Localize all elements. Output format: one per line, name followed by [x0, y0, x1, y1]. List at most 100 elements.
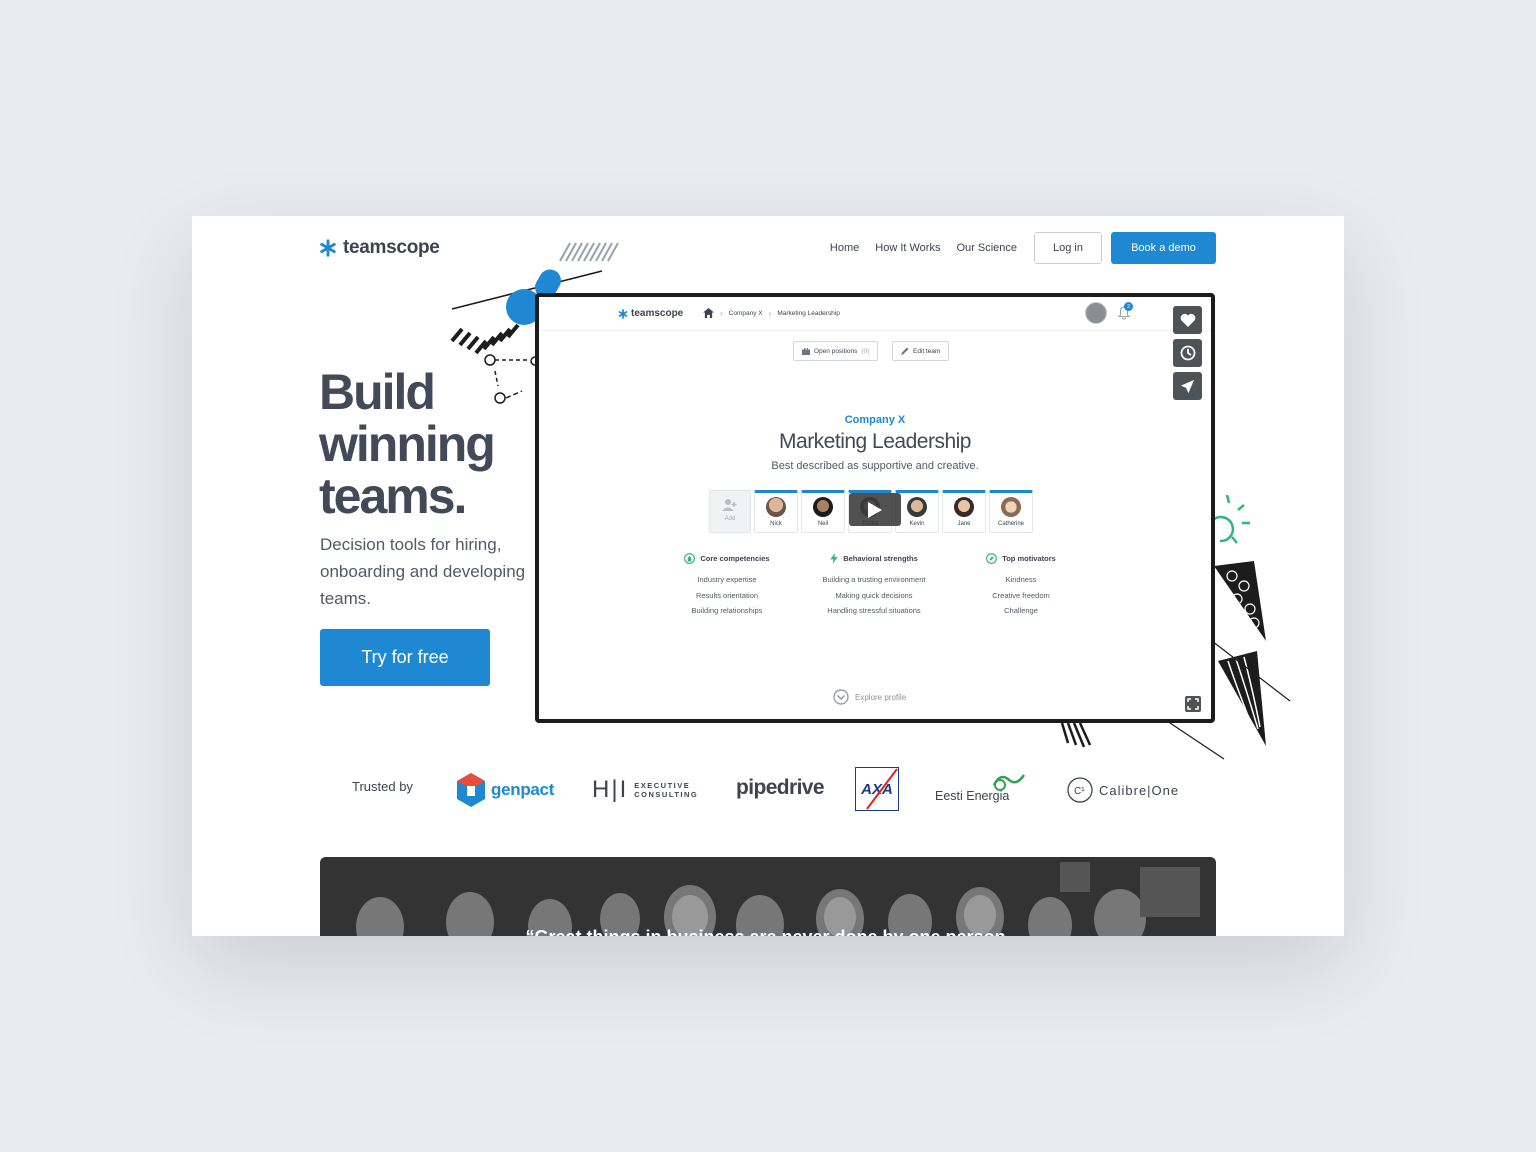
- core-competencies-column: Core competencies Industry expertise Res…: [642, 553, 812, 619]
- app-logo-text: teamscope: [631, 308, 684, 319]
- favorite-button[interactable]: [1173, 306, 1202, 334]
- explore-profile-link[interactable]: Explore profile: [833, 689, 906, 705]
- breadcrumb-team[interactable]: Marketing Leadership: [777, 310, 840, 317]
- hi-subtitle-line: EXECUTIVE: [634, 781, 691, 790]
- list-item: Creative freedom: [992, 590, 1050, 600]
- hero-title: Build winning teams.: [319, 366, 559, 522]
- nav-how-it-works[interactable]: How It Works: [875, 242, 940, 254]
- user-avatar[interactable]: [1085, 302, 1107, 324]
- hi-executive-consulting-logo: H|I EXECUTIVE CONSULTING: [592, 776, 698, 804]
- quote-text: “Great things in business are never done…: [320, 927, 1216, 936]
- hero-subtitle: Decision tools for hiring, onboarding an…: [320, 535, 526, 608]
- hi-subtitle-line: CONSULTING: [634, 790, 699, 799]
- add-user-icon: [722, 499, 737, 511]
- member-name: Kevin: [909, 521, 925, 527]
- briefcase-icon: [802, 347, 810, 355]
- chevron-right-icon: ›: [720, 308, 723, 318]
- hero-title-line: winning: [319, 416, 496, 472]
- explore-profile-label: Explore profile: [855, 692, 907, 702]
- genpact-logo: genpact: [457, 773, 554, 807]
- history-button[interactable]: [1173, 339, 1202, 367]
- member-name: Add: [724, 516, 736, 522]
- behavioral-strengths-column: Behavioral strengths Building a trusting…: [789, 553, 959, 619]
- member-name: Jane: [957, 521, 971, 527]
- calibre-one-wordmark: Calibre|One: [1099, 782, 1180, 798]
- nav-home[interactable]: Home: [830, 242, 859, 254]
- axa-logo: AXA: [855, 767, 899, 811]
- calibre-mark: C¹: [1067, 777, 1093, 803]
- share-button[interactable]: [1173, 372, 1202, 400]
- clock-icon: [1180, 345, 1195, 361]
- chevron-down-circle-icon: [833, 689, 849, 705]
- list-item: Building relationships: [691, 606, 763, 615]
- breadcrumb: › Company X › Marketing Leadership: [703, 308, 840, 318]
- genpact-wordmark: genpact: [491, 780, 555, 799]
- eesti-energia-mark: [992, 774, 1026, 791]
- member-card[interactable]: Catherine: [989, 490, 1033, 533]
- list-item: Making quick decisions: [835, 590, 913, 600]
- member-card[interactable]: Jane: [942, 490, 986, 533]
- chevron-right-icon: ›: [768, 308, 772, 318]
- column-header: Core competencies: [642, 553, 812, 564]
- play-video-button[interactable]: [849, 493, 901, 526]
- droplet-icon: [684, 553, 696, 564]
- main-nav: Home How It Works Our Science Log in Boo…: [830, 232, 1216, 264]
- add-member-button[interactable]: Add: [709, 490, 751, 533]
- trusted-by-label: Trusted by: [352, 779, 413, 794]
- column-header: Top motivators: [936, 553, 1106, 564]
- column-title: Behavioral strengths: [843, 554, 918, 563]
- edit-team-label: Edit team: [913, 347, 941, 355]
- hi-wordmark: H|I: [592, 776, 629, 803]
- app-header: teamscope › Company X › Marketing Leader…: [539, 297, 1211, 331]
- member-card[interactable]: Neil: [801, 490, 845, 533]
- teamscope-logo[interactable]: teamscope: [319, 236, 440, 260]
- hero-title-line: teams.: [319, 468, 467, 524]
- book-demo-button[interactable]: Book a demo: [1111, 232, 1216, 264]
- genpact-mark: [457, 773, 485, 807]
- team-photo: [320, 857, 1216, 936]
- calibre-one-logo: C¹ Calibre|One: [1067, 777, 1179, 803]
- nav-our-science[interactable]: Our Science: [956, 242, 1017, 254]
- hero-title-line: Build: [319, 364, 436, 420]
- try-for-free-button[interactable]: Try for free: [320, 629, 490, 686]
- hi-subtitle: EXECUTIVE CONSULTING: [628, 781, 698, 799]
- member-card[interactable]: Kevin: [895, 490, 939, 533]
- fullscreen-button[interactable]: [1185, 696, 1201, 712]
- bolt-icon: [830, 553, 838, 564]
- play-icon: [868, 501, 882, 518]
- home-icon[interactable]: [703, 308, 714, 318]
- list-item: Results orientation: [695, 590, 759, 600]
- open-positions-count: (0): [861, 347, 870, 355]
- list-item: Industry expertise: [697, 575, 757, 584]
- open-positions-label: Open positions: [814, 347, 858, 355]
- member-name: Catherine: [997, 521, 1024, 527]
- logo-text: teamscope: [343, 237, 440, 258]
- svg-text:C¹: C¹: [1074, 786, 1085, 797]
- column-header: Behavioral strengths: [789, 553, 959, 564]
- member-name: Neil: [817, 521, 829, 527]
- send-icon: [1180, 379, 1195, 393]
- pencil-icon: [901, 347, 909, 355]
- list-item: Building a trusting environment: [822, 575, 926, 584]
- list-item: Handling stressful situations: [827, 606, 921, 615]
- edit-team-button[interactable]: Edit team: [892, 341, 950, 361]
- avatar: [907, 497, 927, 517]
- avatar: [1001, 497, 1021, 517]
- avatar: [954, 497, 974, 517]
- member-card[interactable]: Nick: [754, 490, 798, 533]
- avatar: [766, 497, 786, 517]
- open-positions-button[interactable]: Open positions (0): [793, 341, 879, 361]
- asterisk-icon: [618, 308, 628, 319]
- app-logo[interactable]: teamscope: [618, 308, 683, 319]
- team-description: Best described as supportive and creativ…: [771, 460, 979, 472]
- column-title: Top motivators: [1002, 554, 1056, 563]
- team-photo-banner: “Great things in business are never done…: [320, 857, 1216, 936]
- login-button[interactable]: Log in: [1034, 232, 1102, 264]
- top-motivators-column: Top motivators Kindness Creative freedom…: [936, 553, 1106, 619]
- member-name: Nick: [770, 521, 782, 527]
- expand-icon: [1187, 698, 1199, 710]
- eesti-energia-logo: Eesti Energia: [935, 771, 1026, 803]
- list-item: Challenge: [1004, 606, 1038, 615]
- landing-page: teamscope Home How It Works Our Science …: [192, 216, 1344, 936]
- breadcrumb-company[interactable]: Company X: [729, 310, 763, 317]
